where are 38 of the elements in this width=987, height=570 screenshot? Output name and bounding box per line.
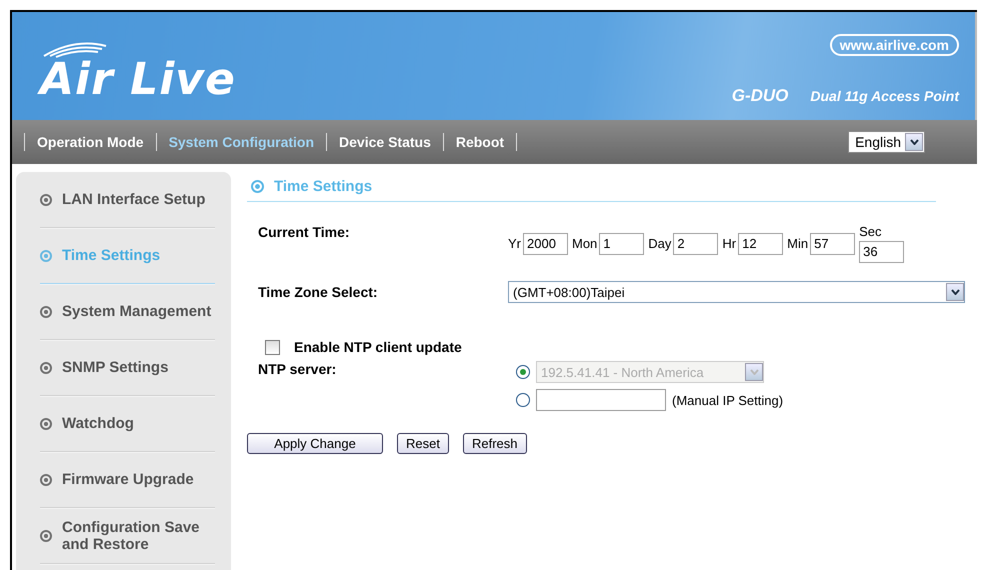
time-unit-label: Day xyxy=(648,236,672,251)
input-field[interactable]: 2000 xyxy=(523,232,568,254)
field-label: Time Zone Select: xyxy=(257,284,379,300)
input-field[interactable] xyxy=(536,389,666,411)
time-unit-label: Mon xyxy=(572,236,598,251)
time-zone-select[interactable]: (GMT+08:00)Taipei xyxy=(508,281,965,303)
nav-tab[interactable]: Reboot xyxy=(456,134,504,150)
input-field[interactable]: 36 xyxy=(859,241,904,263)
nav-tab[interactable]: Operation Mode xyxy=(37,134,144,150)
input-field[interactable]: 12 xyxy=(738,232,784,254)
time-unit-label: Yr xyxy=(508,236,521,251)
radio-button[interactable] xyxy=(516,393,530,407)
time-unit-label: Min xyxy=(787,236,808,251)
input-field[interactable]: 57 xyxy=(810,232,856,254)
form-button[interactable]: Refresh xyxy=(462,433,526,454)
field-label: NTP server: xyxy=(257,361,338,379)
form-button[interactable]: Apply Change xyxy=(247,433,383,454)
checkbox-label: Enable NTP client update xyxy=(294,339,462,355)
sidebar-item[interactable]: System Management xyxy=(40,284,215,340)
language-select[interactable]: English xyxy=(848,131,925,153)
time-unit-label: Sec xyxy=(859,224,882,239)
time-unit-label: Hr xyxy=(722,236,736,251)
sidebar-item[interactable]: Configuration Save and Restore xyxy=(40,508,215,564)
sidebar-item[interactable]: Watchdog xyxy=(40,396,215,452)
sidebar-item[interactable]: LAN Interface Setup xyxy=(40,172,215,228)
sidebar-item[interactable]: SNMP Settings xyxy=(40,340,215,396)
bullet-icon xyxy=(251,180,264,193)
model-name: G-DUO xyxy=(732,86,788,106)
field-note: (Manual IP Setting) xyxy=(672,392,784,408)
input-field[interactable]: 2 xyxy=(673,232,718,254)
input-field[interactable]: 1 xyxy=(599,232,644,254)
sidebar-item[interactable]: Firmware Upgrade xyxy=(40,452,215,508)
field-label: Current Time: xyxy=(257,224,351,242)
product-name: Dual 11g Access Point xyxy=(810,88,959,104)
form-button[interactable]: Reset xyxy=(397,433,449,454)
checkbox[interactable] xyxy=(265,340,280,354)
nav-tab[interactable]: Device Status xyxy=(339,134,431,150)
section-title: Time Settings xyxy=(274,178,372,195)
